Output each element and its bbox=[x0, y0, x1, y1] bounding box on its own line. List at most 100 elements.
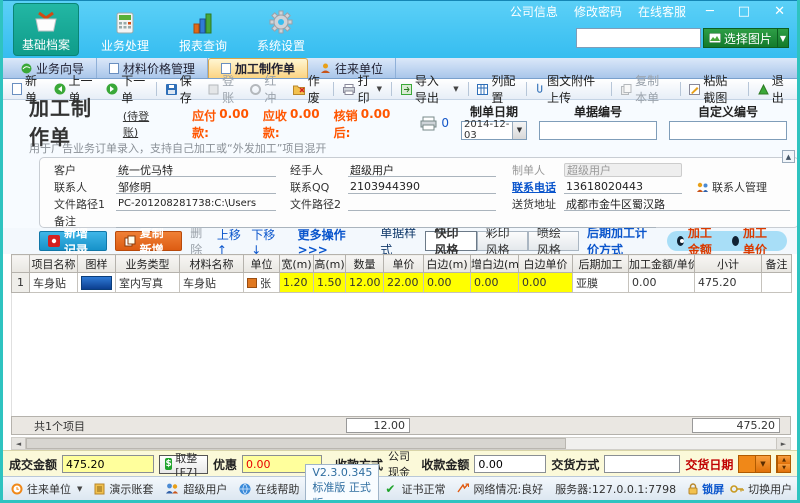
col-white-edge[interactable]: 白边(m) bbox=[423, 254, 471, 273]
image-search-input[interactable] bbox=[575, 28, 701, 48]
qq-field[interactable] bbox=[348, 180, 496, 194]
switch-user-button[interactable]: 切换用户 bbox=[730, 481, 792, 497]
top-links: 公司信息 修改密码 在线客服 ─ □ ✕ bbox=[510, 3, 789, 20]
contact-manager-button[interactable]: 联系人管理 bbox=[696, 179, 767, 195]
spin-down-icon[interactable]: ▼ bbox=[778, 464, 790, 472]
cell-note[interactable] bbox=[761, 272, 792, 293]
col-price[interactable]: 单价 bbox=[383, 254, 424, 273]
cell-process-amount[interactable]: 0.00 bbox=[628, 272, 695, 293]
receivable-label: 应收款: bbox=[262, 109, 287, 140]
style-quickprint-button[interactable]: 快印风格 bbox=[425, 226, 477, 257]
col-subtotal[interactable]: 小计 bbox=[694, 254, 762, 273]
col-qty[interactable]: 数量 bbox=[345, 254, 384, 273]
cell-white-edge-price[interactable]: 0.00 bbox=[518, 272, 573, 293]
partners-status-button[interactable]: 往来单位 ▼ bbox=[11, 481, 82, 497]
more-actions-button[interactable]: 更多操作>>> bbox=[298, 226, 359, 257]
row-number[interactable]: 1 bbox=[11, 272, 30, 293]
col-post-process[interactable]: 后期加工 bbox=[572, 254, 629, 273]
scroll-left-icon[interactable]: ◄ bbox=[12, 438, 26, 449]
cell-price[interactable]: 22.00 bbox=[383, 272, 424, 293]
scroll-right-icon[interactable]: ► bbox=[776, 438, 790, 449]
maximize-button[interactable]: □ bbox=[734, 4, 754, 19]
col-width[interactable]: 宽(m) bbox=[279, 254, 314, 273]
close-button[interactable]: ✕ bbox=[770, 4, 789, 19]
file-path2-field[interactable] bbox=[348, 197, 496, 211]
scrollbar-thumb[interactable] bbox=[26, 438, 566, 449]
nav-item-business[interactable]: 业务处理 bbox=[93, 3, 157, 56]
pricing-amount-radio[interactable]: 加工金额 bbox=[676, 224, 722, 258]
doc-number-input[interactable] bbox=[539, 120, 657, 140]
select-image-button[interactable]: 选择图片 bbox=[702, 28, 778, 48]
col-note[interactable]: 备注 bbox=[761, 254, 792, 273]
col-unit[interactable]: 单位 bbox=[243, 254, 280, 273]
col-sample[interactable]: 图样 bbox=[77, 254, 116, 273]
move-down-button[interactable]: 下移↓ bbox=[251, 226, 277, 257]
phone-field[interactable] bbox=[564, 180, 682, 194]
delivery-time-spinner[interactable]: ▲ ▼ bbox=[775, 455, 791, 473]
cell-height[interactable]: 1.50 bbox=[313, 272, 346, 293]
contact-field[interactable] bbox=[116, 180, 276, 194]
cell-white-edge[interactable]: 0.00 bbox=[423, 272, 471, 293]
doc-form: 客户 经手人 制单人 联系人 联系QQ 联系电话 联系人管理 bbox=[3, 150, 797, 228]
spin-up-icon[interactable]: ▲ bbox=[778, 456, 790, 464]
cell-biz-type[interactable]: 室内写真 bbox=[115, 272, 180, 293]
style-colorprint-button[interactable]: 彩印风格 bbox=[476, 226, 528, 257]
note-field[interactable] bbox=[116, 214, 656, 228]
change-password-link[interactable]: 修改密码 bbox=[574, 3, 622, 20]
lock-screen-button[interactable]: 锁屏 bbox=[688, 481, 724, 497]
divider bbox=[679, 82, 681, 96]
current-user-button[interactable]: 超级用户 bbox=[165, 481, 227, 497]
col-height[interactable]: 高(m) bbox=[313, 254, 346, 273]
customer-field[interactable] bbox=[116, 163, 276, 177]
move-up-button[interactable]: 上移↑ bbox=[217, 226, 243, 257]
delivery-method-input[interactable] bbox=[604, 455, 681, 473]
round-button[interactable]: $ 取整[F7] bbox=[159, 452, 208, 479]
custom-number-input[interactable] bbox=[669, 120, 787, 140]
sample-thumbnail[interactable] bbox=[81, 275, 112, 290]
collapse-header-button[interactable]: ▲ bbox=[782, 150, 795, 163]
nav-item-base-archives[interactable]: 基础档案 bbox=[13, 3, 80, 56]
delete-row-button[interactable]: 删除 bbox=[190, 224, 209, 258]
cell-item-name[interactable]: 车身贴 bbox=[29, 272, 78, 293]
online-help-button[interactable]: 在线帮助 bbox=[239, 481, 299, 497]
minimize-button[interactable]: ─ bbox=[702, 4, 718, 19]
file-path1-field[interactable] bbox=[116, 197, 276, 211]
col-item-name[interactable]: 项目名称 bbox=[29, 254, 78, 273]
chevron-down-icon[interactable]: ▼ bbox=[512, 121, 526, 139]
cell-unit[interactable]: 张 bbox=[243, 272, 280, 293]
select-image-dropdown[interactable]: ▼ bbox=[777, 28, 789, 48]
cell-width[interactable]: 1.20 bbox=[279, 272, 314, 293]
online-service-link[interactable]: 在线客服 bbox=[638, 3, 686, 20]
col-white-edge-price[interactable]: 白边单价 bbox=[518, 254, 573, 273]
grid-empty-area bbox=[11, 293, 791, 416]
account-set-button[interactable]: 演示账套 bbox=[94, 481, 153, 497]
delivery-address-field[interactable] bbox=[564, 197, 790, 211]
network-icon bbox=[457, 483, 470, 494]
cell-qty[interactable]: 12.00 bbox=[345, 272, 384, 293]
col-material[interactable]: 材料名称 bbox=[179, 254, 244, 273]
pricing-unit-radio[interactable]: 加工单价 bbox=[731, 224, 777, 258]
cell-sample[interactable] bbox=[77, 272, 116, 293]
company-info-link[interactable]: 公司信息 bbox=[510, 3, 558, 20]
pay-amount-input[interactable] bbox=[474, 455, 547, 473]
phone-link[interactable]: 联系电话 bbox=[512, 179, 564, 195]
cell-post-process[interactable]: 亚膜 bbox=[572, 272, 629, 293]
col-biz-type[interactable]: 业务类型 bbox=[115, 254, 180, 273]
col-process-amount[interactable]: 加工金额/单价 bbox=[628, 254, 695, 273]
nav-item-settings[interactable]: 系统设置 bbox=[249, 3, 313, 56]
add-record-button[interactable]: 新增记录 bbox=[39, 226, 107, 257]
nav-item-reports[interactable]: 报表查询 bbox=[171, 3, 235, 56]
doc-date-combo[interactable]: 2014-12-03 ▼ bbox=[461, 119, 527, 141]
printer-icon[interactable] bbox=[420, 116, 437, 131]
cell-material[interactable]: 车身贴 bbox=[179, 272, 244, 293]
copy-record-button[interactable]: 复制新增 bbox=[114, 226, 183, 257]
style-inkjet-button[interactable]: 喷绘风格 bbox=[527, 226, 579, 257]
scrollbar-track[interactable] bbox=[566, 438, 776, 449]
chevron-down-icon[interactable]: ▼ bbox=[754, 456, 770, 472]
col-add-white-edge[interactable]: 增白边(m) bbox=[470, 254, 519, 273]
cell-subtotal[interactable]: 475.20 bbox=[694, 272, 762, 293]
delivery-date-combo[interactable]: ▼ bbox=[738, 455, 771, 473]
handler-field[interactable] bbox=[348, 163, 496, 177]
cell-add-white-edge[interactable]: 0.00 bbox=[470, 272, 519, 293]
deal-amount-input[interactable] bbox=[62, 455, 155, 473]
